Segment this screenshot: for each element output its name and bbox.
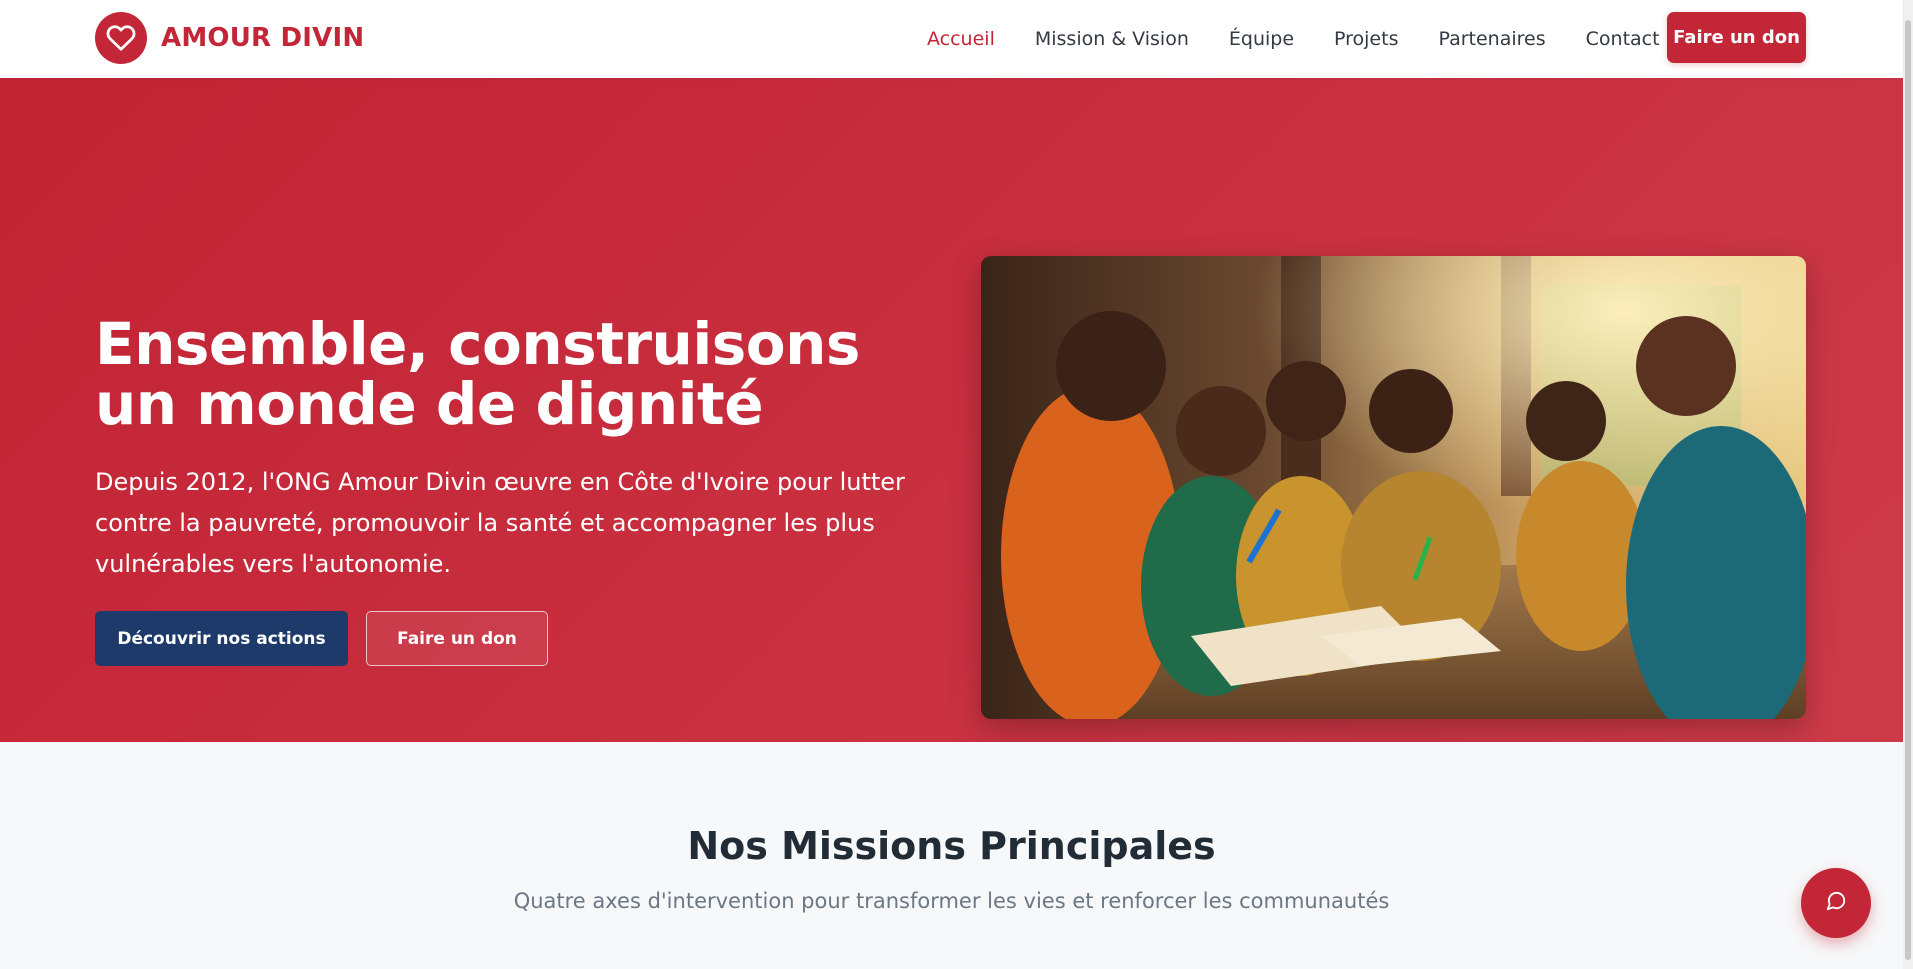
main-nav: Accueil Mission & Vision Équipe Projets … xyxy=(927,0,1700,78)
discover-actions-button[interactable]: Découvrir nos actions xyxy=(95,611,348,666)
brand-name: AMOUR DIVIN xyxy=(161,23,365,53)
heart-icon xyxy=(95,12,147,64)
page: AMOUR DIVIN Accueil Mission & Vision Équ… xyxy=(0,0,1913,969)
hero-section: Ensemble, construisons un monde de digni… xyxy=(0,78,1903,742)
donate-nav-button[interactable]: Faire un don xyxy=(1667,12,1806,63)
nav-item-mission-vision[interactable]: Mission & Vision xyxy=(1035,28,1189,50)
site-header: AMOUR DIVIN Accueil Mission & Vision Équ… xyxy=(0,0,1903,78)
scrollbar-thumb[interactable] xyxy=(1905,20,1911,960)
nav-item-equipe[interactable]: Équipe xyxy=(1229,28,1294,50)
hero-description: Depuis 2012, l'ONG Amour Divin œuvre en … xyxy=(95,468,905,578)
page-scrollbar[interactable] xyxy=(1903,0,1913,969)
nav-item-contact[interactable]: Contact xyxy=(1586,28,1660,50)
chat-bubble-icon xyxy=(1825,890,1847,917)
missions-subtitle: Quatre axes d'intervention pour transfor… xyxy=(513,889,1390,913)
chat-button[interactable] xyxy=(1801,868,1871,938)
hero-title: Ensemble, construisons un monde de digni… xyxy=(95,310,860,438)
missions-section: Nos Missions Principales Quatre axes d'i… xyxy=(0,742,1903,969)
nav-item-partenaires[interactable]: Partenaires xyxy=(1438,28,1545,50)
hero-photo xyxy=(981,256,1806,719)
hero-donate-button[interactable]: Faire un don xyxy=(366,611,548,666)
nav-item-projets[interactable]: Projets xyxy=(1334,28,1398,50)
nav-item-accueil[interactable]: Accueil xyxy=(927,28,995,50)
missions-title: Nos Missions Principales xyxy=(687,824,1216,868)
brand[interactable]: AMOUR DIVIN xyxy=(95,12,364,64)
